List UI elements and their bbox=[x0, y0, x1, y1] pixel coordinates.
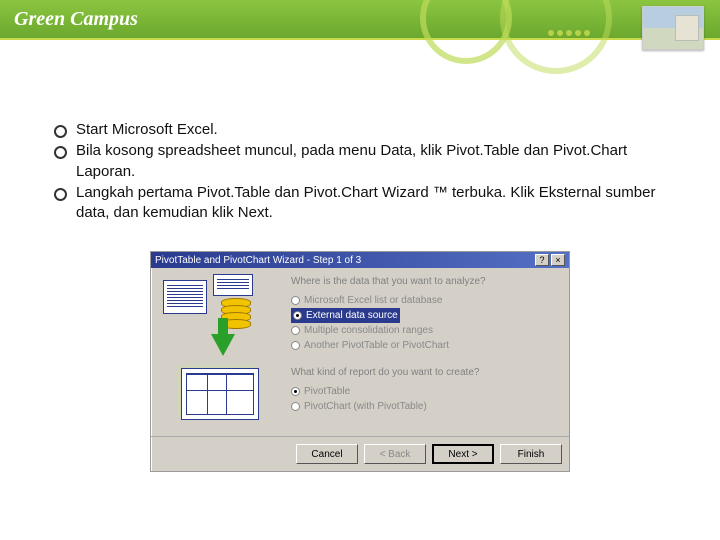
slide-header: Green Campus bbox=[0, 0, 720, 40]
dialog-titlebar: PivotTable and PivotChart Wizard - Step … bbox=[151, 252, 569, 268]
pivot-wizard-dialog: PivotTable and PivotChart Wizard - Step … bbox=[150, 251, 570, 472]
bullet-item: Start Microsoft Excel. bbox=[50, 120, 670, 140]
radio-pivotchart[interactable]: PivotChart (with PivotTable) bbox=[291, 399, 561, 414]
slide-content: Start Microsoft Excel. Bila kosong sprea… bbox=[0, 40, 720, 472]
header-photo bbox=[642, 6, 704, 50]
wizard-container: PivotTable and PivotChart Wizard - Step … bbox=[50, 251, 670, 472]
arrow-down-icon bbox=[211, 334, 235, 356]
cancel-button[interactable]: Cancel bbox=[296, 444, 358, 464]
header-dots bbox=[548, 30, 590, 36]
radio-icon bbox=[291, 296, 300, 305]
bullet-list: Start Microsoft Excel. Bila kosong sprea… bbox=[50, 120, 670, 223]
question-1: Where is the data that you want to analy… bbox=[291, 276, 561, 287]
back-button[interactable]: < Back bbox=[364, 444, 426, 464]
radio-external-data[interactable]: External data source bbox=[291, 308, 400, 323]
finish-button[interactable]: Finish bbox=[500, 444, 562, 464]
radio-icon bbox=[293, 311, 302, 320]
sheet-icon bbox=[213, 274, 253, 296]
radio-icon bbox=[291, 341, 300, 350]
radio-excel-list[interactable]: Microsoft Excel list or database bbox=[291, 293, 561, 308]
radio-icon bbox=[291, 326, 300, 335]
dialog-buttons: Cancel < Back Next > Finish bbox=[151, 436, 569, 471]
close-icon[interactable]: × bbox=[551, 254, 565, 266]
wizard-options: Where is the data that you want to analy… bbox=[291, 276, 561, 428]
bullet-item: Langkah pertama Pivot.Table dan Pivot.Ch… bbox=[50, 183, 670, 224]
radio-icon bbox=[291, 387, 300, 396]
header-decoration bbox=[380, 2, 640, 38]
radio-multiple-ranges[interactable]: Multiple consolidation ranges bbox=[291, 323, 561, 338]
help-icon[interactable]: ? bbox=[535, 254, 549, 266]
radio-pivottable[interactable]: PivotTable bbox=[291, 384, 561, 399]
header-title: Green Campus bbox=[0, 8, 138, 31]
question-2: What kind of report do you want to creat… bbox=[291, 367, 561, 378]
bullet-item: Bila kosong spreadsheet muncul, pada men… bbox=[50, 141, 670, 182]
dialog-title: PivotTable and PivotChart Wizard - Step … bbox=[155, 255, 361, 266]
wizard-graphic bbox=[159, 276, 279, 426]
radio-icon bbox=[291, 402, 300, 411]
pivot-table-icon bbox=[181, 368, 259, 420]
sheet-icon bbox=[163, 280, 207, 314]
radio-another-pivot[interactable]: Another PivotTable or PivotChart bbox=[291, 338, 561, 353]
next-button[interactable]: Next > bbox=[432, 444, 494, 464]
dialog-body: Where is the data that you want to analy… bbox=[151, 268, 569, 436]
